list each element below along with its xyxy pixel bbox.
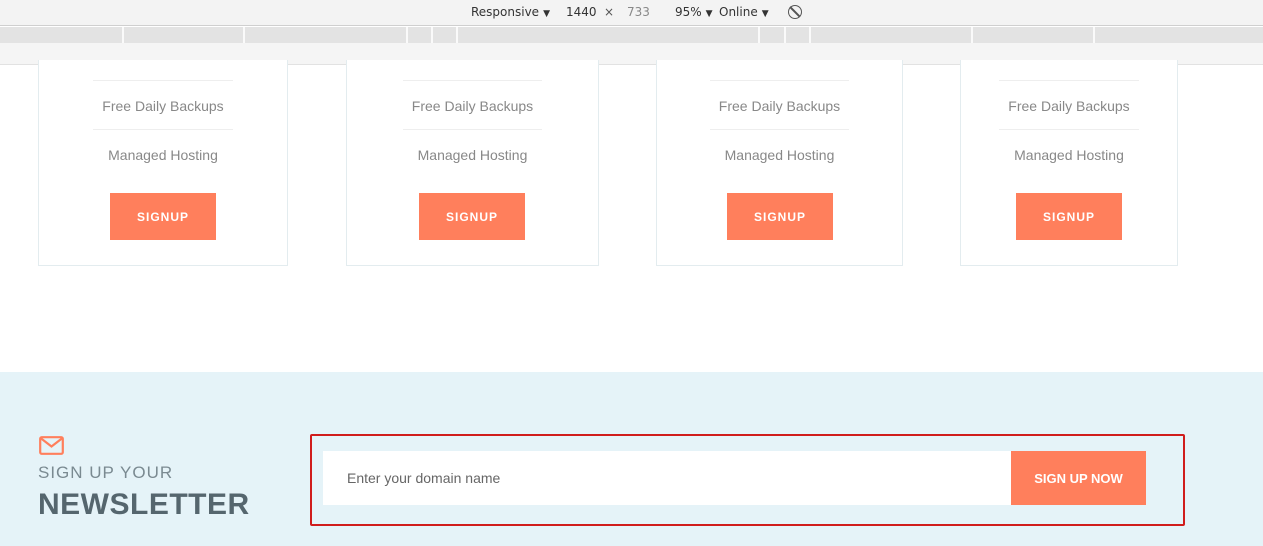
divider	[999, 80, 1139, 81]
chevron-down-icon: ▼	[705, 9, 713, 19]
ruler-tick	[784, 27, 786, 43]
zoom-select[interactable]: 95% ▼	[675, 5, 713, 19]
ruler-tick	[122, 27, 124, 43]
zoom-label: 95%	[675, 5, 702, 19]
pricing-card: Free Daily Backups Managed Hosting SIGNU…	[960, 60, 1178, 266]
divider	[403, 80, 542, 81]
chevron-down-icon: ▼	[543, 9, 550, 19]
device-select[interactable]: Responsive ▼	[471, 5, 550, 19]
network-label: Online	[719, 5, 758, 19]
times-icon: ×	[604, 5, 615, 19]
rotate-icon[interactable]	[788, 5, 802, 19]
mail-icon	[39, 436, 64, 455]
divider	[710, 80, 849, 81]
divider	[93, 80, 233, 81]
pricing-card: Free Daily Backups Managed Hosting SIGNU…	[346, 60, 599, 266]
feature-backups: Free Daily Backups	[1008, 98, 1130, 114]
ruler-tick	[809, 27, 811, 43]
newsletter-subtitle: SIGN UP YOUR	[38, 463, 174, 482]
feature-backups: Free Daily Backups	[411, 98, 534, 114]
newsletter-section: SIGN UP YOUR NEWSLETTER SIGN UP NOW	[0, 372, 1263, 546]
divider	[710, 129, 849, 130]
ruler-tick	[971, 27, 973, 43]
feature-backups: Free Daily Backups	[718, 98, 841, 114]
ruler-tick	[1093, 27, 1095, 43]
feature-hosting: Managed Hosting	[724, 147, 835, 163]
ruler-tick	[243, 27, 245, 43]
signup-button[interactable]: SIGNUP	[727, 193, 833, 240]
network-select[interactable]: Online ▼	[719, 5, 769, 19]
divider	[999, 129, 1139, 130]
divider	[93, 129, 233, 130]
width-field[interactable]: 1440	[566, 5, 597, 19]
ruler-tick	[758, 27, 760, 43]
ruler-tick	[406, 27, 408, 43]
feature-backups: Free Daily Backups	[102, 98, 224, 114]
sign-up-now-button[interactable]: SIGN UP NOW	[1011, 451, 1146, 505]
signup-button[interactable]: SIGNUP	[419, 193, 525, 240]
media-query-bar[interactable]	[0, 27, 1263, 43]
device-label: Responsive	[471, 5, 540, 19]
chevron-down-icon: ▼	[761, 9, 769, 19]
ruler-tick	[456, 27, 458, 43]
domain-input[interactable]	[323, 451, 1012, 505]
pricing-card: Free Daily Backups Managed Hosting SIGNU…	[38, 60, 288, 266]
signup-button[interactable]: SIGNUP	[1016, 193, 1122, 240]
devtools-toolbar: Responsive ▼ 1440 × 733 95% ▼ Online ▼	[0, 0, 1263, 26]
feature-hosting: Managed Hosting	[1014, 147, 1124, 163]
signup-button[interactable]: SIGNUP	[110, 193, 216, 240]
ruler-tick	[431, 27, 433, 43]
height-field[interactable]: 733	[627, 5, 650, 19]
pricing-card: Free Daily Backups Managed Hosting SIGNU…	[656, 60, 903, 266]
feature-hosting: Managed Hosting	[108, 147, 218, 163]
divider	[403, 129, 542, 130]
newsletter-title: NEWSLETTER	[38, 488, 250, 521]
feature-hosting: Managed Hosting	[417, 147, 528, 163]
